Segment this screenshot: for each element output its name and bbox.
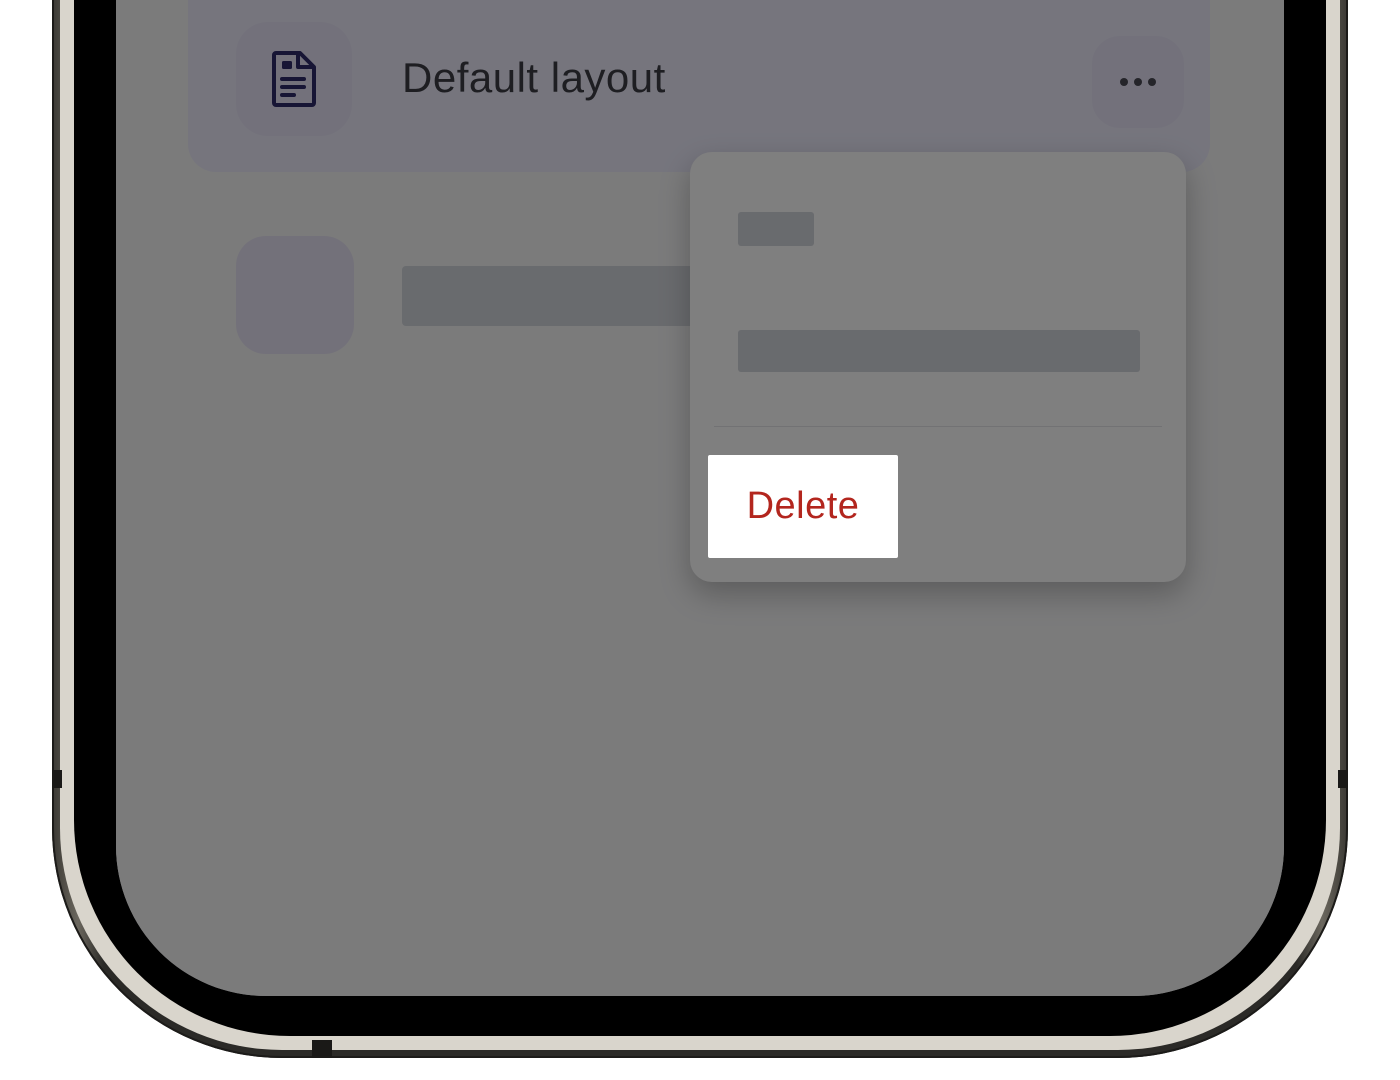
bottom-antenna-notch: [312, 1040, 332, 1058]
layout-title: Default layout: [402, 54, 666, 101]
ellipsis-icon: [1120, 78, 1128, 86]
side-button-right: [1338, 770, 1348, 788]
document-icon: [236, 22, 352, 136]
menu-item-placeholder[interactable]: [738, 212, 814, 246]
placeholder-icon: [236, 236, 354, 354]
ellipsis-icon: [1134, 78, 1142, 86]
menu-divider: [714, 426, 1162, 427]
ellipsis-icon: [1148, 78, 1156, 86]
document-icon-glyph: [272, 51, 316, 107]
phone-mockup: Default layout Delete: [0, 0, 1400, 1080]
delete-menu-item[interactable]: Delete: [708, 455, 898, 558]
menu-item-placeholder[interactable]: [738, 330, 1140, 372]
delete-label: Delete: [746, 485, 860, 527]
phone-screen: Default layout: [116, 0, 1284, 996]
more-options-button[interactable]: [1092, 36, 1184, 128]
side-button-left: [52, 770, 62, 788]
